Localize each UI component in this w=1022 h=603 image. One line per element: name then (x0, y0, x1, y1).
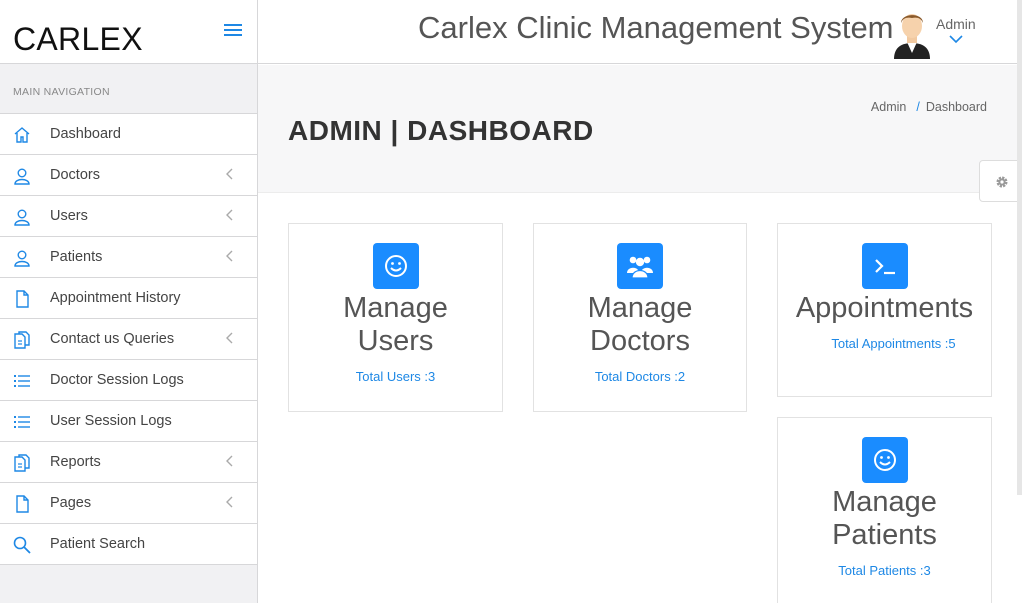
page-title-band: ADMIN | DASHBOARD Admin / Dashboard (258, 65, 1022, 193)
chevron-left-icon[interactable] (224, 331, 236, 345)
card-title: Manage Patients (832, 486, 937, 551)
smile-icon (384, 255, 407, 277)
sidebar-item-label: Patient Search (50, 536, 146, 552)
app-title: Carlex Clinic Management System (418, 10, 894, 45)
files-icon (12, 330, 32, 350)
breadcrumb: Admin / Dashboard (871, 100, 987, 114)
smile-icon-badge (372, 243, 419, 289)
breadcrumb-parent[interactable]: Admin (871, 100, 906, 114)
top-header: Carlex Clinic Management System Admin (258, 0, 1022, 64)
card-title: Manage Users (343, 292, 448, 357)
user-avatar-icon[interactable] (892, 9, 932, 59)
chevron-left-icon[interactable] (224, 249, 236, 263)
nav-heading: MAIN NAVIGATION (0, 64, 257, 114)
sidebar-item-label: Users (50, 208, 88, 224)
chevron-left-icon[interactable] (224, 454, 236, 468)
sidebar-item-label: Appointment History (50, 290, 181, 306)
breadcrumb-separator: / (916, 100, 920, 114)
sidebar: CARLEX MAIN NAVIGATION Dashboard Doctors U… (0, 0, 258, 603)
chevron-left-icon[interactable] (224, 208, 236, 222)
total-doctors-link[interactable]: Total Doctors :2 (534, 369, 746, 384)
sidebar-item-appointment-history[interactable]: Appointment History (0, 278, 257, 319)
file-icon (12, 494, 32, 514)
manage-patients-card[interactable]: Manage Patients Total Patients :3 (777, 417, 992, 603)
manage-doctors-card[interactable]: Manage Doctors Total Doctors :2 (533, 223, 747, 412)
smile-icon (873, 449, 896, 471)
file-icon (12, 289, 32, 309)
card-title: Appointments (795, 292, 974, 324)
sidebar-item-label: Doctors (50, 167, 100, 183)
breadcrumb-current: Dashboard (925, 100, 987, 114)
sidebar-item-label: Pages (50, 495, 92, 511)
sidebar-item-patient-search[interactable]: Patient Search (0, 524, 257, 565)
sidebar-item-doctors[interactable]: Doctors (0, 155, 257, 196)
manage-users-card[interactable]: Manage Users Total Users :3 (288, 223, 503, 412)
settings-toggle-button[interactable] (979, 160, 1022, 202)
total-patients-link[interactable]: Total Patients :3 (778, 563, 991, 578)
sidebar-item-label: Patients (50, 249, 103, 265)
user-icon (12, 207, 32, 227)
list-icon (12, 412, 32, 432)
user-name[interactable]: Admin (936, 16, 976, 32)
terminal-icon (874, 259, 895, 275)
users-group-icon (627, 256, 653, 279)
sidebar-footer (0, 565, 257, 603)
search-icon (12, 535, 32, 555)
chevron-left-icon[interactable] (224, 495, 236, 509)
page-scrollbar[interactable] (1017, 0, 1022, 495)
total-appointments-link[interactable]: Total Appointments :5 (778, 336, 991, 351)
card-title: Manage Doctors (587, 292, 693, 357)
users-group-icon-badge (617, 243, 663, 289)
sidebar-item-patients[interactable]: Patients (0, 237, 257, 278)
smile-icon-badge (861, 437, 908, 483)
total-users-link[interactable]: Total Users :3 (289, 369, 502, 384)
home-icon (12, 125, 32, 145)
sidebar-item-users[interactable]: Users (0, 196, 257, 237)
list-icon (12, 371, 32, 391)
terminal-icon-badge (861, 243, 908, 289)
sidebar-item-label: Dashboard (50, 126, 121, 142)
main-navigation: Dashboard Doctors Users Patients Appointment… (0, 114, 257, 565)
sidebar-item-dashboard[interactable]: Dashboard (0, 114, 257, 155)
sidebar-item-user-session-logs[interactable]: User Session Logs (0, 401, 257, 442)
sidebar-item-label: Contact us Queries (50, 331, 175, 347)
gear-icon (996, 176, 1008, 188)
user-icon (12, 166, 32, 186)
sidebar-item-label: User Session Logs (50, 413, 172, 429)
sidebar-item-contact-us-queries[interactable]: Contact us Queries (0, 319, 257, 360)
page-title: ADMIN | DASHBOARD (288, 115, 594, 146)
menu-toggle-icon[interactable] (224, 24, 242, 38)
sidebar-item-label: Reports (50, 454, 101, 470)
chevron-down-icon[interactable] (948, 34, 964, 44)
sidebar-item-label: Doctor Session Logs (50, 372, 184, 388)
appointments-card[interactable]: Appointments Total Appointments :5 (777, 223, 992, 397)
sidebar-item-reports[interactable]: Reports (0, 442, 257, 483)
sidebar-item-pages[interactable]: Pages (0, 483, 257, 524)
brand-area: CARLEX (0, 0, 257, 64)
files-icon (12, 453, 32, 473)
user-icon (12, 248, 32, 268)
sidebar-item-doctor-session-logs[interactable]: Doctor Session Logs (0, 360, 257, 401)
chevron-left-icon[interactable] (224, 167, 236, 181)
brand-logo-text: CARLEX (13, 21, 143, 57)
